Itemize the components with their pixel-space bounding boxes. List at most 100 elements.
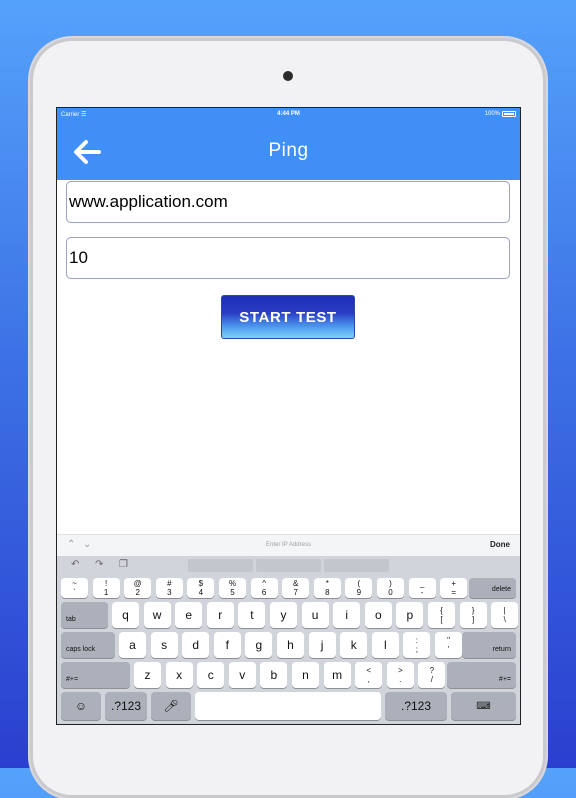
key-b[interactable]: b	[260, 662, 288, 688]
symbols-shift-left-key[interactable]: #+=	[61, 662, 130, 688]
key-\[interactable]: | \	[491, 602, 519, 628]
caps-lock-key[interactable]: caps lock	[61, 632, 115, 658]
key-6[interactable]: ^ 6	[250, 578, 278, 598]
key-comma[interactable]: <,	[355, 662, 383, 688]
key-c[interactable]: c	[197, 662, 225, 688]
tab-key[interactable]: tab	[61, 602, 108, 628]
key-2[interactable]: @2	[124, 578, 152, 598]
numbers-left-key[interactable]: .?123	[105, 692, 147, 720]
key-s[interactable]: s	[150, 632, 178, 658]
key-v[interactable]: v	[228, 662, 256, 688]
key-4[interactable]: $4	[187, 578, 215, 598]
key-shift-symbol: )	[389, 579, 392, 588]
key-x[interactable]: x	[165, 662, 193, 688]
delete-key[interactable]: delete	[469, 578, 516, 598]
onscreen-keyboard: ↶ ↷ ❐ ~ `! 1 @2 #3 $4% 5 ^ 6 & 7 * 8(9) 0 _ - + = delete ta…	[57, 556, 520, 724]
key-7[interactable]: & 7	[282, 578, 310, 598]
host-input[interactable]	[66, 181, 510, 223]
key-=[interactable]: + =	[440, 578, 468, 598]
key-base-symbol: 7	[293, 588, 298, 597]
key-j[interactable]: j	[308, 632, 336, 658]
key-u[interactable]: u	[301, 602, 329, 628]
key-label: w	[152, 608, 162, 622]
key-label: c	[207, 668, 214, 682]
return-key[interactable]: return	[462, 632, 516, 658]
key-[[interactable]: {[	[428, 602, 455, 628]
key-w[interactable]: w	[143, 602, 171, 628]
key-r[interactable]: r	[206, 602, 234, 628]
key-8[interactable]: * 8	[313, 578, 341, 598]
key-1[interactable]: ! 1	[92, 578, 120, 598]
key-q[interactable]: q	[112, 602, 139, 628]
key-quote[interactable]: " '	[435, 632, 462, 658]
key-symbols: {[	[440, 606, 443, 624]
key-base-symbol: \	[503, 615, 506, 624]
suggestion-slot[interactable]	[324, 559, 389, 572]
key-symbols: (9	[357, 579, 361, 597]
hide-keyboard-key[interactable]: ⌨	[451, 692, 516, 720]
key-z[interactable]: z	[134, 662, 161, 688]
key-label: s	[161, 638, 168, 652]
key-h[interactable]: h	[277, 632, 304, 658]
numbers-right-key[interactable]: .?123	[385, 692, 447, 720]
key-symbols: :;	[416, 636, 418, 654]
paste-icon[interactable]: ❐	[119, 559, 128, 570]
key-0[interactable]: ) 0	[377, 578, 404, 598]
key-f[interactable]: f	[213, 632, 241, 658]
key-o[interactable]: o	[364, 602, 392, 628]
key-label: e	[185, 608, 193, 622]
key-i[interactable]: i	[333, 602, 361, 628]
key--[interactable]: _ -	[408, 578, 436, 598]
key-symbols: * 8	[325, 579, 329, 597]
key-5[interactable]: % 5	[219, 578, 246, 598]
battery-indicator: 100%	[485, 111, 516, 117]
key-semicolon[interactable]: :;	[403, 632, 431, 658]
key-3[interactable]: #3	[155, 578, 183, 598]
key-label: u	[311, 608, 319, 622]
count-input[interactable]	[66, 237, 510, 279]
key-][interactable]: }]	[459, 602, 487, 628]
nav-bar: Ping	[57, 122, 520, 180]
dictation-key[interactable]: 🎤︎	[151, 692, 191, 720]
key-label: h	[287, 638, 294, 652]
key-9[interactable]: (9	[345, 578, 373, 598]
key-label: t	[250, 608, 254, 622]
space-bar[interactable]	[195, 692, 381, 720]
key-slash[interactable]: ? /	[418, 662, 446, 688]
key-period[interactable]: >.	[386, 662, 414, 688]
key-y[interactable]: y	[270, 602, 297, 628]
key-base-symbol: 3	[167, 588, 172, 597]
done-button[interactable]: Done	[490, 540, 510, 549]
key-p[interactable]: p	[396, 602, 424, 628]
input-hint: Enter IP Address	[266, 542, 311, 548]
keyboard-accessory-bar: ⌃ ⌄ Enter IP Address Done	[57, 534, 520, 557]
key-m[interactable]: m	[323, 662, 351, 688]
key-shift-symbol: &	[293, 579, 299, 588]
key-label: delete	[491, 586, 511, 593]
key-base-symbol: 8	[325, 588, 330, 597]
key-g[interactable]: g	[245, 632, 273, 658]
key-symbols: | \	[504, 606, 506, 624]
key-base-symbol: /	[430, 675, 433, 684]
key-n[interactable]: n	[292, 662, 319, 688]
key-base-symbol: 5	[230, 588, 235, 597]
key-shift-symbol: <	[366, 666, 372, 675]
start-test-button[interactable]: START TEST	[221, 295, 355, 339]
key-shift-symbol: #	[167, 579, 172, 588]
symbols-shift-right-key[interactable]: #+=	[447, 662, 516, 688]
key-`[interactable]: ~ `	[61, 578, 88, 598]
key-e[interactable]: e	[175, 602, 203, 628]
key-t[interactable]: t	[238, 602, 266, 628]
key-k[interactable]: k	[340, 632, 368, 658]
key-d[interactable]: d	[182, 632, 210, 658]
key-l[interactable]: l	[371, 632, 399, 658]
suggestion-slot[interactable]	[188, 559, 253, 572]
key-label: o	[374, 608, 382, 622]
suggestion-slot[interactable]	[256, 559, 321, 572]
microphone-icon: 🎤︎	[163, 699, 179, 713]
undo-icon[interactable]: ↶	[71, 559, 79, 570]
redo-icon[interactable]: ↷	[95, 559, 103, 570]
key-symbols: }]	[472, 606, 475, 624]
emoji-key[interactable]: ☺	[61, 692, 101, 720]
key-a[interactable]: a	[119, 632, 146, 658]
